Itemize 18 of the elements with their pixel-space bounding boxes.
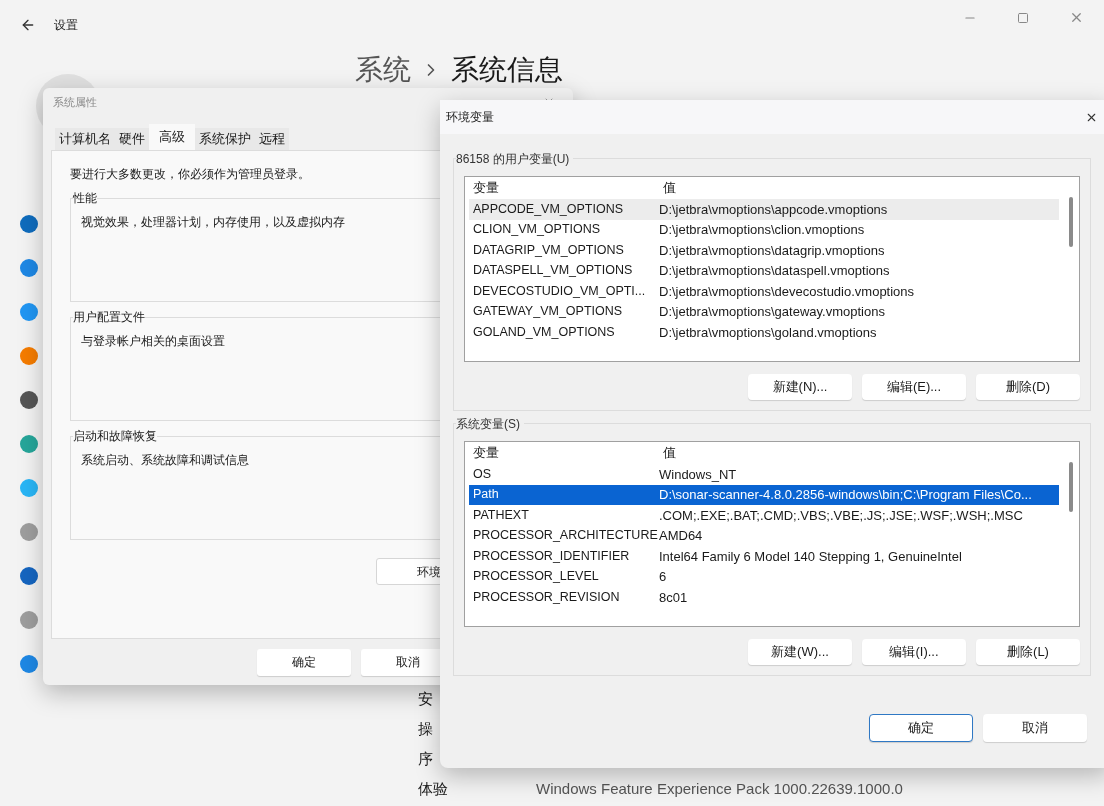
group-title: 性能 <box>73 190 97 207</box>
info-value: Windows Feature Experience Pack 1000.22639.1000.0 <box>536 778 903 799</box>
group-title: 系统变量(S) <box>456 415 524 433</box>
group-description: 与登录帐户相关的桌面设置 <box>81 333 225 350</box>
info-label: 操 <box>418 718 434 739</box>
info-label: 序 <box>418 748 434 769</box>
group-title: 用户配置文件 <box>73 309 145 326</box>
group-title: 启动和故障恢复 <box>73 428 157 445</box>
notice-text: 要进行大多数更改，你必须作为管理员登录。 <box>70 166 311 183</box>
info-label: 体验 <box>418 778 449 799</box>
info-label: 安 <box>418 688 434 709</box>
window-title: 设置 <box>54 17 78 34</box>
page-heading: 系统信息 <box>451 54 563 86</box>
group-title: 86158 的用户变量(U) <box>456 150 574 168</box>
dialog-title: 环境变量 <box>446 109 494 126</box>
group-description: 系统启动、系统故障和调试信息 <box>81 452 249 469</box>
group-description: 视觉效果，处理器计划，内存使用，以及虚拟内存 <box>81 214 345 231</box>
dialog-title: 系统属性 <box>53 94 97 110</box>
